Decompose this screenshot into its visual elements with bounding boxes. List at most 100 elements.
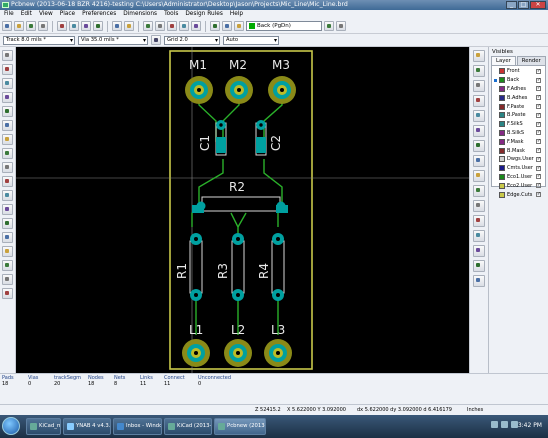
autoroute-icon[interactable] [336,21,346,31]
open-icon[interactable] [14,21,24,31]
layer-visibility-checkbox[interactable]: ✓ [536,104,541,110]
menu-preferences[interactable]: Preferences [82,10,116,19]
menu-file[interactable]: File [4,10,14,19]
layer-color-swatch[interactable] [499,182,505,189]
layer-visibility-checkbox[interactable]: ✓ [536,86,541,92]
layer-visibility-checkbox[interactable]: ✓ [536,192,541,198]
autoplace-icon[interactable] [324,21,334,31]
layer-row-front[interactable]: Front ✓ [492,67,545,76]
start-button[interactable] [2,417,20,435]
layer-visibility-checkbox[interactable]: ✓ [536,139,541,145]
layer-visibility-checkbox[interactable]: ✓ [536,68,541,74]
menu-tools[interactable]: Tools [164,10,178,19]
redo-icon[interactable] [93,21,103,31]
polar-coords-icon[interactable] [2,78,13,89]
layers-manager-icon[interactable] [2,288,13,299]
grid-select[interactable]: Grid 2.0 [164,35,220,45]
zone-outline-icon[interactable] [2,190,13,201]
layer-visibility-checkbox[interactable]: ✓ [536,95,541,101]
layer-row-f-adhes[interactable]: F.Adhes ✓ [492,85,545,94]
via-pair-icon[interactable] [234,21,244,31]
layer-visibility-checkbox[interactable]: ✓ [536,165,541,171]
local-ratsnest-icon[interactable] [473,80,485,92]
load-module-icon[interactable] [57,21,67,31]
close-button[interactable]: ✕ [530,1,546,9]
tray-icon[interactable] [491,421,498,428]
layer-row-b-silks[interactable]: B.SilkS ✓ [492,129,545,138]
plot-icon[interactable] [124,21,134,31]
layer-color-swatch[interactable] [499,94,505,101]
menu-view[interactable]: View [39,10,53,19]
tab-render[interactable]: Render [516,56,546,65]
zoom-select[interactable]: Auto [223,35,279,45]
grid-icon[interactable] [2,64,13,75]
via-sketch-icon[interactable] [2,232,13,243]
layer-row-edge-cuts[interactable]: Edge.Cuts ✓ [492,190,545,199]
maximize-button[interactable]: □ [518,1,529,9]
mm-icon[interactable] [2,106,13,117]
via-size-select[interactable]: Via 35.0 mils * [78,35,148,45]
layer-row-eco1-user[interactable]: Eco1.User ✓ [492,173,545,182]
menu-design-rules[interactable]: Design Rules [185,10,223,19]
taskbar-item-kicad-2013-06-18[interactable]: KiCad (2013-06-18... [164,418,212,435]
microwave-toolbar-icon[interactable] [2,274,13,285]
layer-visibility-checkbox[interactable]: ✓ [536,130,541,136]
layer-row-b-mask[interactable]: B.Mask ✓ [492,146,545,155]
pcb-canvas[interactable]: M1 M2 M3 C1 C2 R2 R1 R3 R4 L1 L2 L3 [16,47,469,373]
title-bar[interactable]: Pcbnew (2013-06-18 BZR 4216)-testing C:\… [0,0,548,10]
add-line-icon[interactable] [473,155,485,167]
select-arrow-icon[interactable] [473,50,485,62]
auto-delete-track-icon[interactable] [2,162,13,173]
layer-color-swatch[interactable] [499,112,505,119]
zoom-fit-icon[interactable] [179,21,189,31]
grid-origin-icon[interactable] [473,275,485,287]
add-text-icon[interactable] [473,200,485,212]
layer-visibility-checkbox[interactable]: ✓ [536,183,541,189]
layer-row-b-adhes[interactable]: B.Adhes ✓ [492,93,545,102]
undo-icon[interactable] [81,21,91,31]
layer-visibility-checkbox[interactable]: ✓ [536,148,541,154]
delete-icon[interactable] [473,245,485,257]
taskbar-item-inbox-windows-liv[interactable]: Inbox - Windows Liv... [113,418,162,435]
show-zones-icon[interactable] [2,176,13,187]
zoom-redraw-icon[interactable] [167,21,177,31]
find-icon[interactable] [191,21,201,31]
layer-visibility-checkbox[interactable]: ✓ [536,77,541,83]
layer-color-swatch[interactable] [499,129,505,136]
layer-visibility-checkbox[interactable]: ✓ [536,156,541,162]
menu-dimensions[interactable]: Dimensions [123,10,157,19]
taskbar-item-kicad-main-windo[interactable]: KiCad_main_windo... [26,418,61,435]
cursor-shape-icon[interactable] [2,120,13,131]
save-icon[interactable] [26,21,36,31]
menu-help[interactable]: Help [230,10,243,19]
drc-icon[interactable] [222,21,232,31]
layer-row-f-mask[interactable]: F.Mask ✓ [492,137,545,146]
zoom-in-icon[interactable] [143,21,153,31]
layer-row-f-silks[interactable]: F.SilkS ✓ [492,120,545,129]
print-icon[interactable] [112,21,122,31]
layer-row-b-paste[interactable]: B.Paste ✓ [492,111,545,120]
layer-color-swatch[interactable] [499,103,505,110]
menu-edit[interactable]: Edit [21,10,32,19]
drc-off-icon[interactable] [2,50,13,61]
taskbar-item-pcbnew-2013-06-18[interactable]: Pcbnew (2013-06-18... [214,418,266,435]
active-layer-select[interactable]: Back (PgDn) [246,21,322,31]
add-circle-icon[interactable] [473,170,485,182]
layer-row-cmts-user[interactable]: Cmts.User ✓ [492,164,545,173]
tab-layer[interactable]: Layer [491,56,516,65]
zoom-out-icon[interactable] [155,21,165,31]
track-sketch-icon[interactable] [2,246,13,257]
layer-color-swatch[interactable] [499,77,505,84]
add-module-icon[interactable] [473,95,485,107]
taskbar-item-ynab-4-v4-3-3-96-s[interactable]: YNAB 4 v4.3.3 (96 S... [63,418,111,435]
add-target-icon[interactable] [473,230,485,242]
layer-row-back[interactable]: Back ✓ [492,76,545,85]
page-settings-icon[interactable] [38,21,48,31]
module-editor-icon[interactable] [69,21,79,31]
add-keepout-icon[interactable] [473,140,485,152]
add-dimension-icon[interactable] [473,215,485,227]
layer-row-f-paste[interactable]: F.Paste ✓ [492,102,545,111]
drill-offset-icon[interactable] [473,260,485,272]
layer-visibility-checkbox[interactable]: ✓ [536,174,541,180]
layer-row-eco2-user[interactable]: Eco2.User ✓ [492,181,545,190]
